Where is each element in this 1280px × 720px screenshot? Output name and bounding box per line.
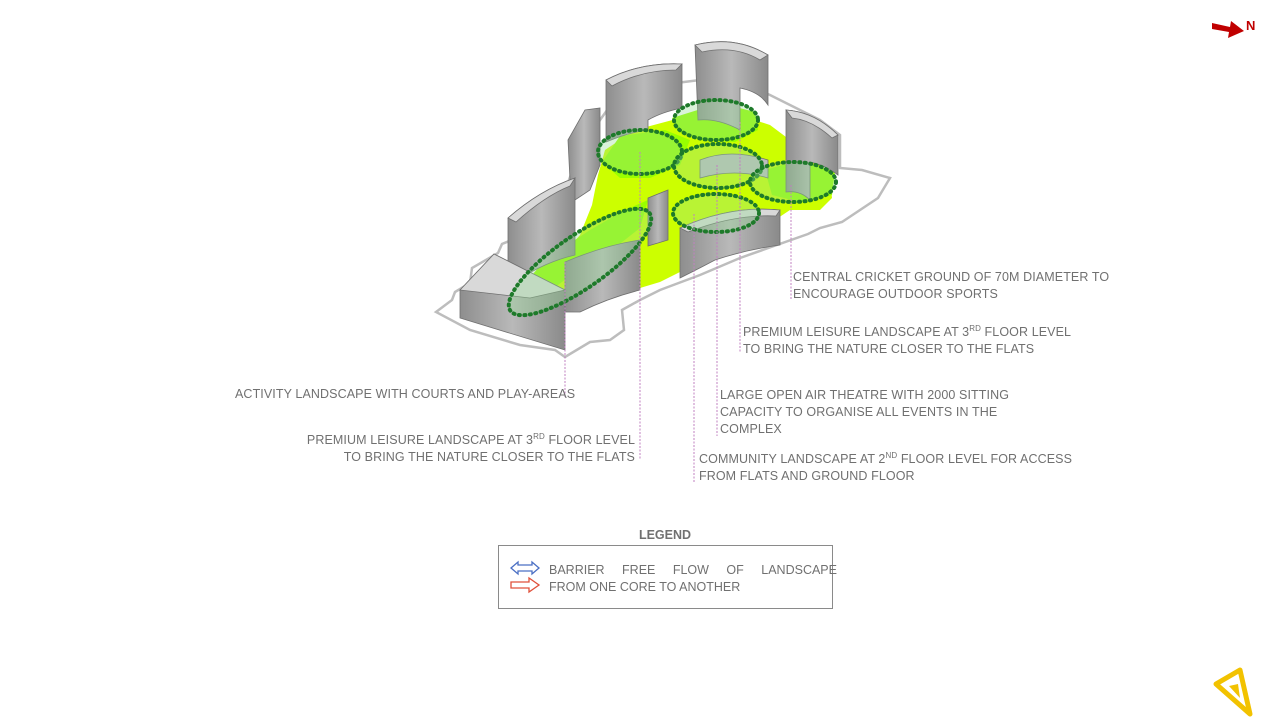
callout-open-air-theatre: LARGE OPEN AIR THEATRE WITH 2000 SITTING… (720, 388, 1010, 436)
legend-box: BARRIER FREE FLOW OF LANDSCAPE FROM ONE … (498, 545, 837, 609)
callout-cricket-ground: CENTRAL CRICKET GROUND OF 70M DIAMETER T… (793, 270, 1110, 301)
callout-activity-landscape: ACTIVITY LANDSCAPE WITH COURTS AND PLAY-… (235, 387, 576, 401)
landscape-diagram (433, 41, 892, 482)
callout-premium-landscape-right: PREMIUM LEISURE LANDSCAPE AT 3RD FLOOR L… (743, 324, 1072, 357)
north-arrow-icon (1212, 21, 1244, 38)
legend-line-1: BARRIER FREE FLOW OF LANDSCAPE (549, 563, 837, 577)
double-arrow-icon (510, 560, 540, 576)
right-arrow-icon (510, 576, 541, 594)
north-label: N (1246, 18, 1256, 33)
callout-premium-landscape-left: PREMIUM LEISURE LANDSCAPE AT 3RD FLOOR L… (306, 432, 635, 465)
legend-icons (510, 560, 541, 594)
legend-line-2: FROM ONE CORE TO ANOTHER (549, 580, 741, 594)
triangle-logo-icon (1213, 667, 1253, 717)
legend-title: LEGEND (638, 528, 692, 542)
callout-community-landscape: COMMUNITY LANDSCAPE AT 2ND FLOOR LEVEL F… (699, 451, 1073, 484)
